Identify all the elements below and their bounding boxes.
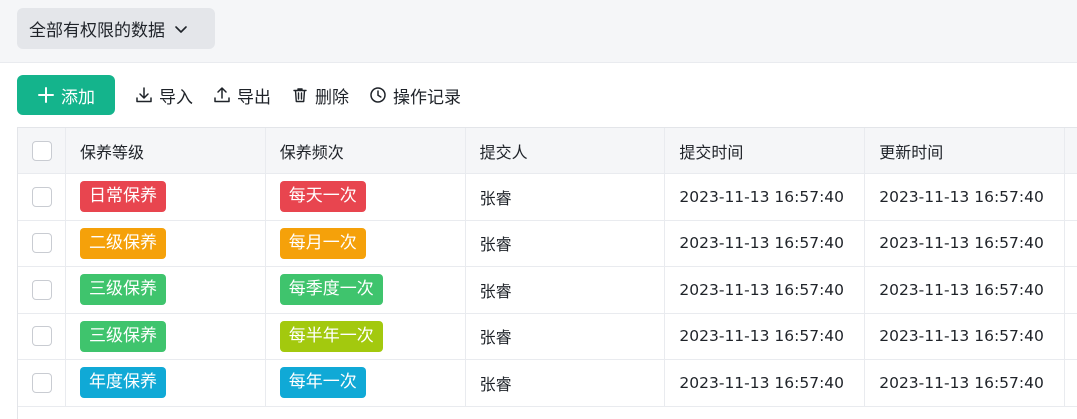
import-label: 导入: [159, 87, 193, 108]
overflow-cell: [1065, 221, 1077, 267]
add-button-label: 添加: [61, 87, 95, 108]
header-checkbox-cell: [18, 128, 66, 173]
table-header-row: 保养等级 保养频次 提交人 提交时间 更新时间: [18, 128, 1077, 174]
row-checkbox-cell: [18, 174, 66, 220]
upload-icon: [214, 87, 230, 103]
add-button[interactable]: 添加: [17, 75, 115, 115]
level-cell: 三级保养: [66, 313, 266, 359]
maintenance-table: 保养等级 保养频次 提交人 提交时间 更新时间 日常保养 每天一次 张睿 2023-1…: [17, 127, 1077, 407]
level-cell: 二级保养: [66, 220, 266, 266]
column-header-frequency[interactable]: 保养频次: [266, 128, 466, 173]
row-checkbox-cell: [18, 267, 66, 313]
row-checkbox[interactable]: [32, 326, 52, 347]
export-label: 导出: [237, 87, 271, 108]
level-tag: 三级保养: [79, 320, 166, 352]
table-row[interactable]: 二级保养 每月一次 张睿 2023-11-13 16:57:40 2023-11-13 …: [18, 220, 1077, 267]
level-tag: 日常保养: [79, 181, 166, 213]
level-tag: 二级保养: [79, 227, 166, 259]
frequency-tag: 每月一次: [279, 227, 366, 259]
toolbar: 添加 导入 导出 删除 操作记录: [17, 75, 461, 115]
submitter-cell: 张睿: [466, 360, 666, 406]
table-row[interactable]: 年度保养 每年一次 张睿 2023-11-13 16:57:40 2023-11-13 …: [18, 360, 1077, 407]
row-checkbox[interactable]: [32, 372, 52, 393]
delete-button[interactable]: 删除: [291, 83, 349, 108]
frequency-cell: 每季度一次: [266, 267, 466, 313]
submitter-cell: 张睿: [466, 220, 666, 266]
table-next-row-partial: [17, 405, 1077, 419]
submitter-cell: 张睿: [466, 267, 666, 313]
column-header-overflow: [1065, 128, 1077, 173]
trash-icon: [293, 88, 307, 103]
frequency-cell: 每天一次: [266, 174, 466, 220]
frequency-tag: 每半年一次: [279, 320, 383, 352]
overflow-cell: [1065, 314, 1077, 360]
row-checkbox-cell: [18, 220, 66, 266]
row-checkbox[interactable]: [32, 233, 52, 254]
frequency-tag: 每天一次: [279, 181, 366, 213]
updated-time-cell: 2023-11-13 16:57:40: [865, 360, 1066, 406]
plus-icon: [38, 87, 54, 103]
updated-time-cell: 2023-11-13 16:57:40: [865, 220, 1066, 266]
submitted-time-cell: 2023-11-13 16:57:40: [665, 313, 866, 359]
submitted-time-cell: 2023-11-13 16:57:40: [665, 267, 866, 313]
operation-log-label: 操作记录: [393, 87, 461, 108]
row-checkbox[interactable]: [32, 186, 52, 207]
frequency-tag: 每季度一次: [279, 274, 383, 306]
submitted-time-cell: 2023-11-13 16:57:40: [665, 220, 866, 266]
clock-icon: [370, 87, 386, 103]
data-scope-label: 全部有权限的数据: [29, 21, 165, 41]
column-header-submitted-time[interactable]: 提交时间: [665, 128, 866, 173]
level-cell: 三级保养: [66, 267, 266, 313]
column-header-level[interactable]: 保养等级: [66, 128, 266, 173]
table-row[interactable]: 三级保养 每半年一次 张睿 2023-11-13 16:57:40 2023-11-13…: [18, 313, 1077, 360]
download-icon: [136, 87, 152, 103]
level-cell: 日常保养: [66, 174, 266, 220]
frequency-cell: 每年一次: [266, 360, 466, 406]
frequency-cell: 每半年一次: [266, 313, 466, 359]
submitted-time-cell: 2023-11-13 16:57:40: [665, 360, 866, 406]
frequency-tag: 每年一次: [279, 367, 366, 399]
overflow-cell: [1065, 360, 1077, 406]
overflow-cell: [1065, 267, 1077, 313]
level-tag: 三级保养: [79, 274, 166, 306]
import-button[interactable]: 导入: [135, 83, 193, 108]
submitter-cell: 张睿: [466, 174, 666, 220]
submitter-cell: 张睿: [466, 313, 666, 359]
frequency-cell: 每月一次: [266, 220, 466, 266]
row-checkbox[interactable]: [32, 279, 52, 300]
updated-time-cell: 2023-11-13 16:57:40: [865, 174, 1066, 220]
select-all-checkbox[interactable]: [32, 140, 52, 161]
updated-time-cell: 2023-11-13 16:57:40: [865, 313, 1066, 359]
updated-time-cell: 2023-11-13 16:57:40: [865, 267, 1066, 313]
table-row[interactable]: 日常保养 每天一次 张睿 2023-11-13 16:57:40 2023-11-13 …: [18, 174, 1077, 221]
operation-log-button[interactable]: 操作记录: [369, 83, 461, 108]
chevron-down-icon: [175, 25, 187, 33]
overflow-cell: [1065, 174, 1077, 220]
export-button[interactable]: 导出: [213, 83, 271, 108]
table-row[interactable]: 三级保养 每季度一次 张睿 2023-11-13 16:57:40 2023-11-13…: [18, 267, 1077, 314]
row-checkbox-cell: [18, 360, 66, 406]
top-filter-bar: 全部有权限的数据: [0, 0, 1077, 63]
column-header-updated-time[interactable]: 更新时间: [865, 128, 1066, 173]
level-cell: 年度保养: [66, 360, 266, 406]
data-scope-dropdown[interactable]: 全部有权限的数据: [17, 8, 215, 49]
submitted-time-cell: 2023-11-13 16:57:40: [665, 174, 866, 220]
row-checkbox-cell: [18, 313, 66, 359]
level-tag: 年度保养: [79, 367, 166, 399]
column-header-submitter[interactable]: 提交人: [466, 128, 666, 173]
delete-label: 删除: [315, 87, 349, 108]
